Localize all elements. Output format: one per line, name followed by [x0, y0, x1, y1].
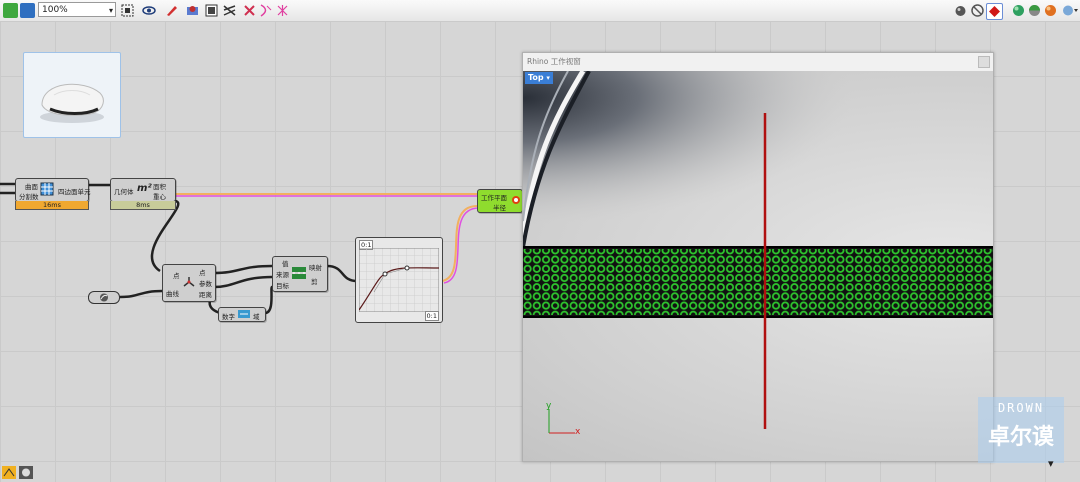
input-numbers-label: 数字 — [222, 313, 235, 321]
remove-all-icon[interactable] — [275, 3, 290, 18]
curve-closest-point-component[interactable]: 点 曲线 点 参数 距离 — [162, 264, 216, 302]
remove-icon[interactable] — [258, 3, 273, 18]
sphere-orange-icon[interactable] — [1043, 3, 1058, 18]
output-point-label: 点 — [199, 269, 206, 277]
viewport-scene — [523, 71, 993, 434]
curve-param-node[interactable] — [88, 291, 120, 304]
input-value-label: 值 — [282, 260, 289, 268]
bake-red-icon[interactable] — [986, 3, 1003, 20]
watermark-logo: DROWN 卓尔谟 — [978, 397, 1064, 463]
chevron-down-icon: ▾ — [546, 74, 550, 82]
graph-domain-bottom: 0:1 — [424, 311, 439, 321]
viewport-label[interactable]: Top ▾ — [525, 72, 553, 84]
chevron-down-icon: ▾ — [108, 6, 113, 15]
rhino-window-title: Rhino 工作视窗 — [527, 57, 581, 66]
bounds-icon — [238, 310, 250, 318]
timer-badge: 8ms — [110, 201, 176, 210]
paint-icon[interactable] — [164, 3, 179, 18]
axis-x-label: x — [575, 427, 581, 437]
sphere-multi-icon[interactable] — [1027, 3, 1042, 18]
input-point-label: 点 — [173, 272, 180, 280]
display-mode-icon[interactable] — [1062, 3, 1079, 18]
input-curve-label: 曲线 — [166, 290, 179, 298]
rhino-link-icon[interactable] — [18, 466, 33, 479]
sketch-icon[interactable] — [2, 466, 16, 479]
input-target-label: 目标 — [276, 282, 289, 290]
open-file-icon[interactable] — [3, 3, 18, 18]
watermark-text-cn: 卓尔谟 — [987, 425, 1054, 450]
output-mapped-label: 映射 — [309, 264, 322, 272]
closest-point-icon — [183, 277, 195, 287]
zoom-value: 100% — [42, 5, 68, 15]
component-title: 四边面单元 — [58, 188, 91, 196]
grasshopper-canvas[interactable]: 曲面 分割数 四边面单元 16ms 几何体 m² 面积 重心 8ms 点 曲线 … — [0, 21, 1080, 482]
output-centroid-label: 重心 — [153, 193, 166, 201]
axis-y-label: y — [546, 401, 552, 411]
plane-component[interactable]: 工作平面 半径 — [477, 189, 523, 213]
remap-icon — [292, 267, 306, 279]
mouse-thumbnail — [23, 52, 121, 138]
top-viewport[interactable]: Top ▾ x y — [523, 71, 993, 461]
input-divisions-label: 分割数 — [19, 193, 39, 201]
graph-curve — [359, 248, 439, 312]
input-plane-label: 工作平面 — [481, 194, 507, 202]
plane-icon — [512, 196, 520, 204]
quad-panel-component[interactable]: 曲面 分割数 四边面单元 — [15, 178, 91, 202]
remap-numbers-component[interactable]: 值 来源 目标 映射 剪 — [272, 256, 328, 292]
timer-badge: 16ms — [15, 201, 89, 210]
output-area-label: 面积 — [153, 183, 166, 191]
output-domain-label: 域 — [253, 313, 260, 321]
preview-eye-icon[interactable] — [142, 3, 157, 18]
watermark-text-en: DROWN — [997, 401, 1045, 415]
output-clipped-label: 剪 — [311, 278, 318, 286]
preview-shade-icon[interactable] — [204, 3, 219, 18]
input-geometry-label: 几何体 — [114, 188, 134, 196]
bounds-component[interactable]: 数字 域 — [218, 307, 266, 322]
input-radius-label: 半径 — [493, 204, 506, 212]
zoom-fit-icon[interactable] — [120, 3, 135, 18]
render-icon[interactable] — [953, 3, 968, 18]
preview-selected-icon[interactable] — [222, 3, 237, 18]
no-preview-icon[interactable] — [970, 3, 985, 18]
toolbar: 100% ▾ — [0, 0, 1080, 22]
curve-icon — [100, 293, 108, 302]
zoom-select[interactable]: 100% ▾ — [38, 2, 116, 17]
cursor-icon: ▾ — [1048, 457, 1054, 470]
output-parameter-label: 参数 — [199, 280, 212, 288]
sphere-green-icon[interactable] — [1011, 3, 1026, 18]
input-source-label: 来源 — [276, 271, 289, 279]
close-icon[interactable] — [978, 56, 990, 68]
save-disk-icon[interactable] — [20, 3, 35, 18]
status-bar-icons — [2, 466, 33, 482]
disable-icon[interactable] — [242, 3, 257, 18]
area-component[interactable]: 几何体 m² 面积 重心 — [110, 178, 176, 202]
preview-wire-icon[interactable] — [185, 3, 200, 18]
mouse-product-image — [40, 83, 104, 123]
viewport-name: Top — [528, 73, 544, 82]
output-distance-label: 距离 — [199, 291, 212, 299]
grid-panel-icon — [40, 182, 54, 196]
input-surface-label: 曲面 — [25, 183, 38, 191]
graph-mapper-component[interactable]: 0:1 0:1 — [355, 237, 443, 323]
rhino-viewport-window[interactable]: Rhino 工作视窗 Top ▾ x y — [522, 52, 994, 462]
area-icon: m² — [137, 183, 152, 194]
